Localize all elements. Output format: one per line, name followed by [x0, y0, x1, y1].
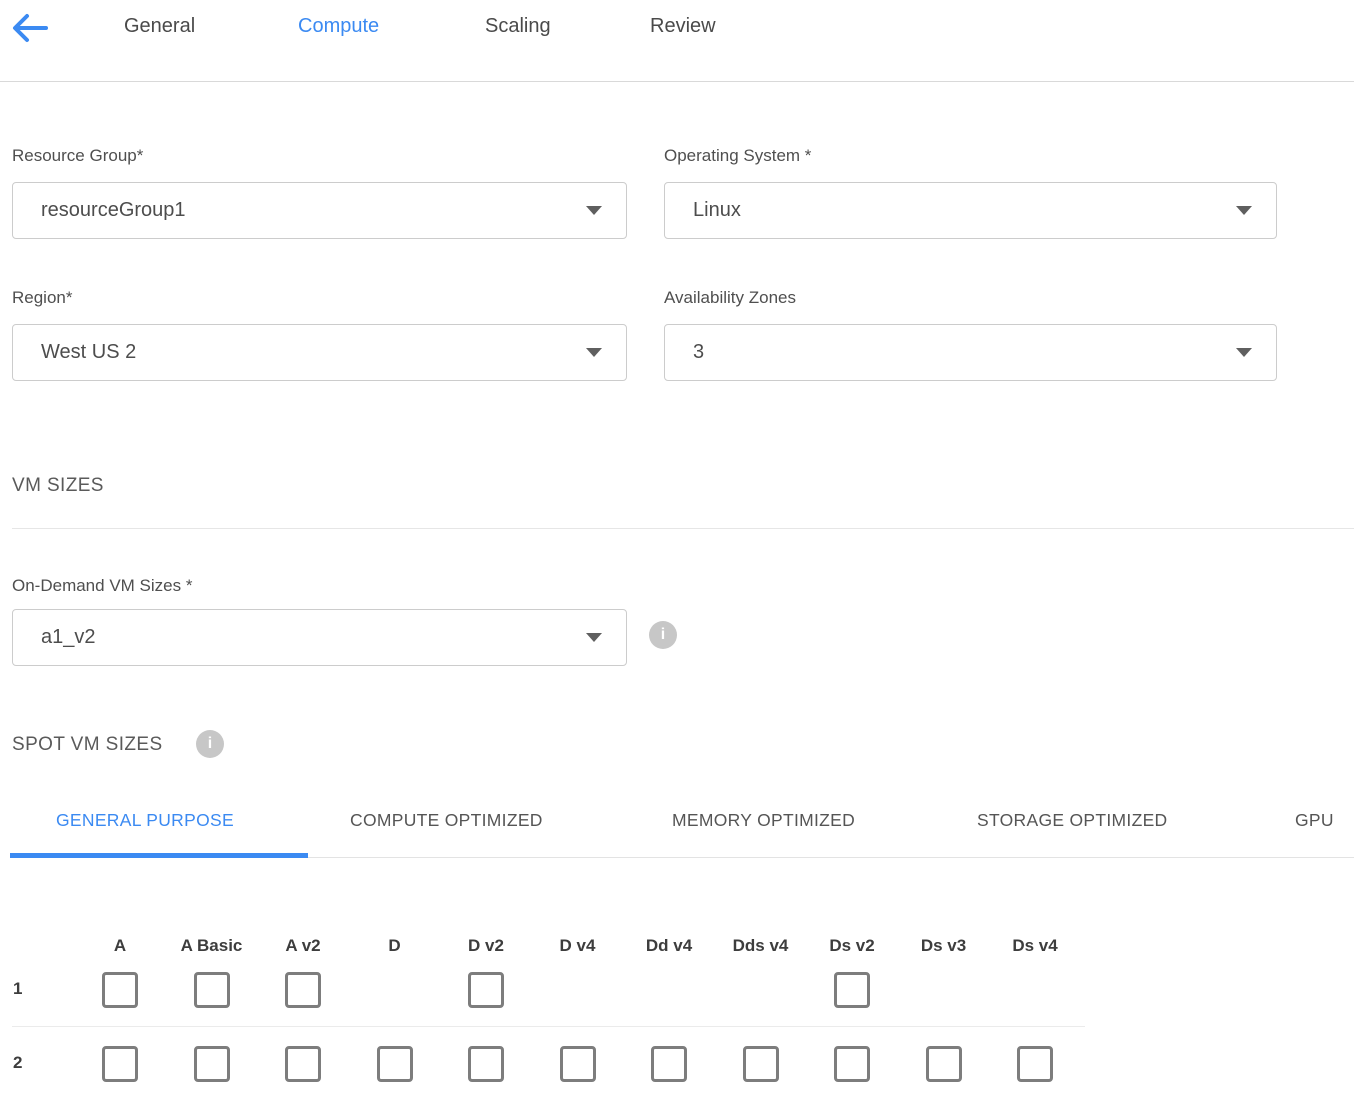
vm-size-checkbox[interactable] — [377, 1046, 413, 1082]
operating-system-field: Operating System * Linux — [664, 146, 1277, 239]
vm-size-checkbox[interactable] — [743, 1046, 779, 1082]
nav-tab-general[interactable]: General — [124, 15, 195, 38]
tab-storage-optimized[interactable]: STORAGE OPTIMIZED — [977, 810, 1168, 831]
tab-gpu[interactable]: GPU — [1295, 810, 1334, 831]
field-label: On-Demand VM Sizes * — [12, 576, 627, 596]
select-value: resourceGroup1 — [41, 199, 186, 222]
top-nav: General Compute Scaling Review — [0, 0, 1354, 82]
on-demand-vm-sizes-select[interactable]: a1_v2 — [12, 609, 627, 666]
vm-size-checkbox[interactable] — [651, 1046, 687, 1082]
chevron-down-icon — [1236, 206, 1252, 215]
chevron-down-icon — [586, 206, 602, 215]
column-header-d-v2: D v2 — [468, 936, 504, 956]
resource-group-field: Resource Group* resourceGroup1 — [12, 146, 627, 239]
region-field: Region* West US 2 — [12, 288, 627, 381]
row-label: 2 — [13, 1053, 22, 1073]
info-icon[interactable]: i — [196, 730, 224, 758]
vm-size-checkbox[interactable] — [1017, 1046, 1053, 1082]
column-header-ds-v3: Ds v3 — [921, 936, 966, 956]
select-value: West US 2 — [41, 341, 136, 364]
column-header-d: D — [388, 936, 400, 956]
vm-size-checkbox[interactable] — [102, 1046, 138, 1082]
back-button[interactable] — [10, 11, 50, 45]
row-label: 1 — [13, 979, 22, 999]
field-label: Region* — [12, 288, 627, 308]
nav-tab-compute[interactable]: Compute — [298, 15, 379, 38]
select-value: 3 — [693, 341, 704, 364]
select-value: a1_v2 — [41, 626, 96, 649]
tab-compute-optimized[interactable]: COMPUTE OPTIMIZED — [350, 810, 543, 831]
column-header-dd-v4: Dd v4 — [646, 936, 692, 956]
column-header-a-basic: A Basic — [181, 936, 243, 956]
on-demand-vm-sizes-field: On-Demand VM Sizes * a1_v2 — [12, 576, 627, 666]
info-icon[interactable]: i — [649, 621, 677, 649]
operating-system-select[interactable]: Linux — [664, 182, 1277, 239]
vm-size-checkbox[interactable] — [194, 1046, 230, 1082]
column-header-a: A — [114, 936, 126, 956]
availability-zones-select[interactable]: 3 — [664, 324, 1277, 381]
section-divider — [12, 528, 1354, 529]
region-select[interactable]: West US 2 — [12, 324, 627, 381]
field-label: Resource Group* — [12, 146, 627, 166]
vm-size-checkbox[interactable] — [102, 972, 138, 1008]
vm-size-checkbox[interactable] — [834, 972, 870, 1008]
column-header-ds-v4: Ds v4 — [1012, 936, 1057, 956]
field-label: Availability Zones — [664, 288, 1277, 308]
arrow-left-icon — [10, 32, 50, 49]
nav-tab-scaling[interactable]: Scaling — [485, 15, 551, 38]
vm-size-checkbox[interactable] — [194, 972, 230, 1008]
vm-size-checkbox[interactable] — [468, 972, 504, 1008]
vm-size-checkbox[interactable] — [560, 1046, 596, 1082]
spot-vm-sizes-section-title: SPOT VM SIZES — [12, 734, 163, 756]
vm-size-checkbox[interactable] — [468, 1046, 504, 1082]
column-header-dds-v4: Dds v4 — [733, 936, 789, 956]
vm-size-checkbox[interactable] — [285, 1046, 321, 1082]
tab-memory-optimized[interactable]: MEMORY OPTIMIZED — [672, 810, 855, 831]
chevron-down-icon — [586, 633, 602, 642]
field-label: Operating System * — [664, 146, 1277, 166]
vm-sizes-section-title: VM SIZES — [12, 475, 104, 497]
vm-size-checkbox[interactable] — [285, 972, 321, 1008]
vm-size-checkbox[interactable] — [926, 1046, 962, 1082]
select-value: Linux — [693, 199, 741, 222]
chevron-down-icon — [1236, 348, 1252, 357]
column-header-ds-v2: Ds v2 — [829, 936, 874, 956]
column-header-a-v2: A v2 — [285, 936, 320, 956]
column-header-d-v4: D v4 — [560, 936, 596, 956]
tab-general-purpose[interactable]: GENERAL PURPOSE — [56, 810, 234, 831]
vm-size-checkbox[interactable] — [834, 1046, 870, 1082]
active-tab-indicator — [10, 853, 308, 858]
row-divider — [12, 1026, 1085, 1027]
availability-zones-field: Availability Zones 3 — [664, 288, 1277, 381]
nav-tab-review[interactable]: Review — [650, 15, 716, 38]
chevron-down-icon — [586, 348, 602, 357]
resource-group-select[interactable]: resourceGroup1 — [12, 182, 627, 239]
